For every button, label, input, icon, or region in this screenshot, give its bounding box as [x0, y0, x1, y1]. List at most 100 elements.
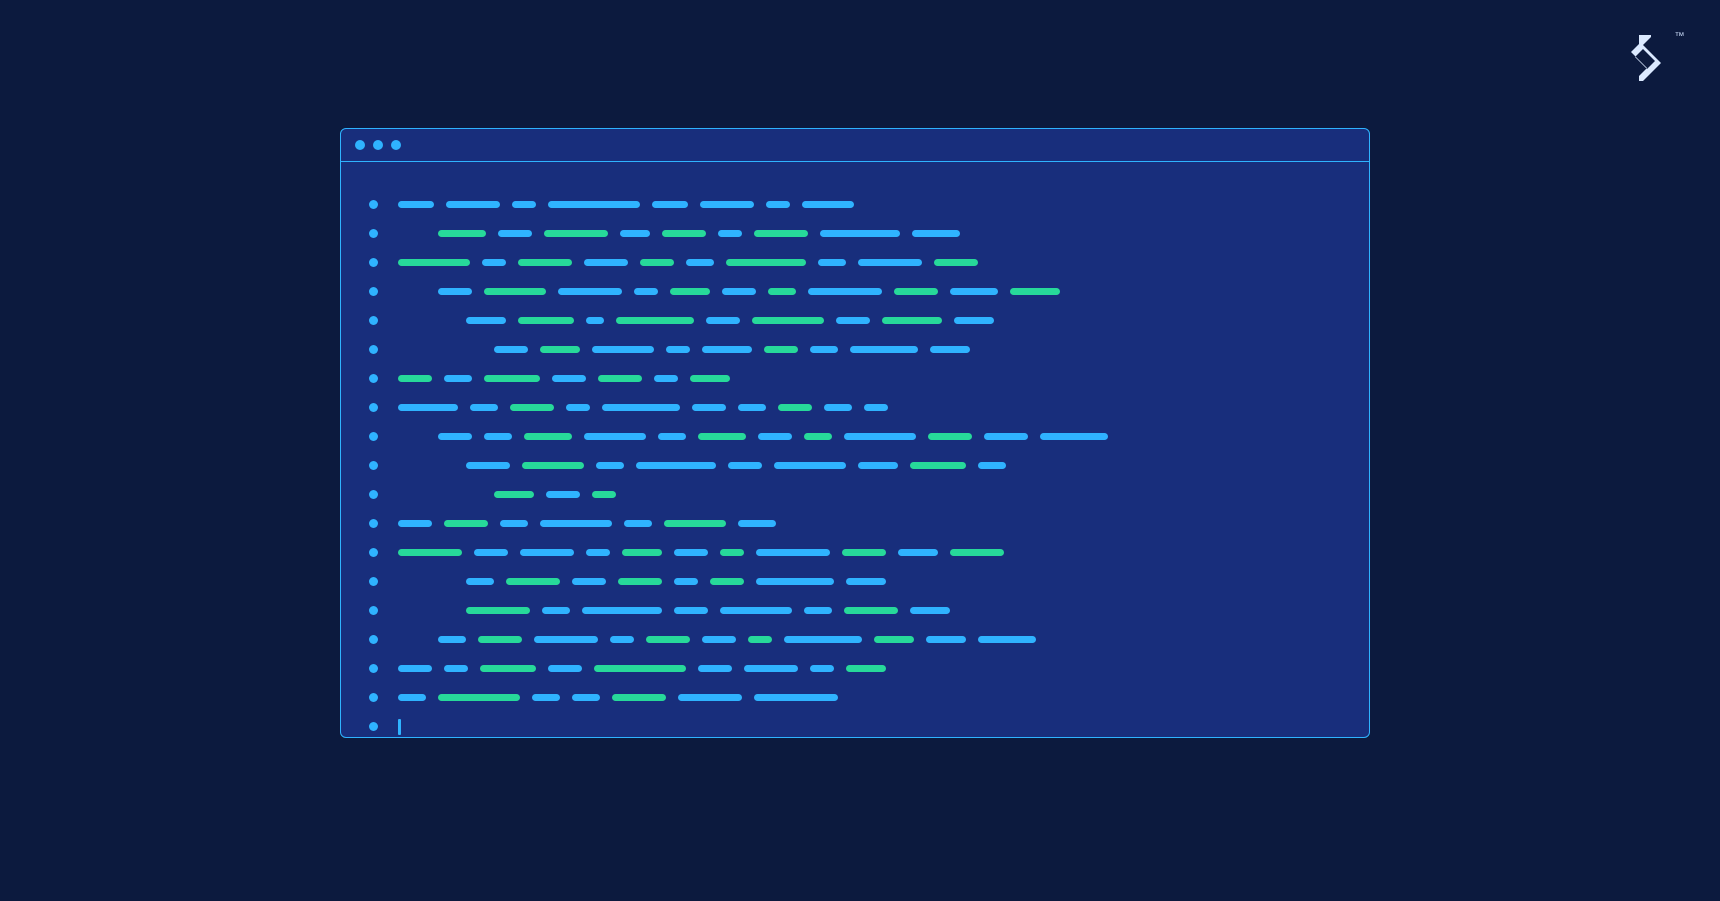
code-line	[369, 306, 1341, 335]
code-token	[398, 404, 458, 411]
code-token	[636, 462, 716, 469]
code-token	[846, 578, 886, 585]
code-token	[654, 375, 678, 382]
code-token	[910, 607, 950, 614]
code-token	[398, 549, 462, 556]
code-token	[808, 288, 882, 295]
code-token	[1010, 288, 1060, 295]
code-token	[446, 201, 500, 208]
code-token	[846, 665, 886, 672]
code-token	[678, 694, 742, 701]
code-token	[586, 317, 604, 324]
code-token	[784, 636, 862, 643]
line-bullet-icon	[369, 432, 378, 441]
code-line	[369, 683, 1341, 712]
code-token	[666, 346, 690, 353]
code-token	[482, 259, 506, 266]
code-token	[844, 607, 898, 614]
code-token	[804, 607, 832, 614]
code-token	[912, 230, 960, 237]
code-token	[710, 578, 744, 585]
code-token	[544, 230, 608, 237]
code-token	[910, 462, 966, 469]
code-token	[510, 404, 554, 411]
code-token	[582, 607, 662, 614]
code-token	[686, 259, 714, 266]
code-line	[369, 393, 1341, 422]
code-token	[978, 462, 1006, 469]
code-token	[754, 694, 838, 701]
line-bullet-icon	[369, 490, 378, 499]
code-token	[558, 288, 622, 295]
code-line	[369, 277, 1341, 306]
code-token	[864, 404, 888, 411]
code-token	[768, 288, 796, 295]
code-token	[950, 549, 1004, 556]
code-token	[640, 259, 674, 266]
code-token	[552, 375, 586, 382]
code-token	[610, 636, 634, 643]
code-line	[369, 364, 1341, 393]
line-bullet-icon	[369, 403, 378, 412]
code-token	[1040, 433, 1108, 440]
code-token	[444, 520, 488, 527]
code-token	[474, 549, 508, 556]
code-line	[369, 422, 1341, 451]
code-token	[566, 404, 590, 411]
code-line	[369, 538, 1341, 567]
code-token	[646, 636, 690, 643]
code-token	[478, 636, 522, 643]
code-token	[810, 665, 834, 672]
code-token	[894, 288, 938, 295]
code-token	[706, 317, 740, 324]
code-line	[369, 509, 1341, 538]
code-token	[484, 288, 546, 295]
code-token	[664, 520, 726, 527]
code-token	[804, 433, 832, 440]
code-token	[484, 433, 512, 440]
code-token	[480, 665, 536, 672]
code-token	[698, 433, 746, 440]
code-token	[398, 201, 434, 208]
code-token	[438, 636, 466, 643]
code-token	[842, 549, 886, 556]
code-token	[738, 520, 776, 527]
code-token	[634, 288, 658, 295]
code-token	[658, 433, 686, 440]
code-token	[518, 317, 574, 324]
line-bullet-icon	[369, 606, 378, 615]
code-token	[398, 694, 426, 701]
code-line	[369, 335, 1341, 364]
code-line	[369, 567, 1341, 596]
code-token	[766, 201, 790, 208]
code-line	[369, 190, 1341, 219]
code-token	[522, 462, 584, 469]
code-editor-window	[340, 128, 1370, 738]
code-token	[670, 288, 710, 295]
code-token	[540, 346, 580, 353]
code-token	[618, 578, 662, 585]
code-token	[572, 578, 606, 585]
code-token	[532, 694, 560, 701]
code-line	[369, 654, 1341, 683]
window-control-dot[interactable]	[391, 140, 401, 150]
code-token	[438, 694, 520, 701]
code-token	[720, 549, 744, 556]
code-token	[752, 317, 824, 324]
code-token	[506, 578, 560, 585]
code-token	[624, 520, 652, 527]
code-token	[748, 636, 772, 643]
code-line	[369, 596, 1341, 625]
line-bullet-icon	[369, 345, 378, 354]
line-bullet-icon	[369, 287, 378, 296]
code-token	[674, 549, 708, 556]
editor-titlebar	[341, 129, 1369, 162]
code-token	[674, 607, 708, 614]
brand-logo: ™	[1625, 35, 1665, 81]
window-control-dot[interactable]	[355, 140, 365, 150]
code-token	[398, 520, 432, 527]
code-token	[764, 346, 798, 353]
code-token	[466, 607, 530, 614]
window-control-dot[interactable]	[373, 140, 383, 150]
code-token	[546, 491, 580, 498]
